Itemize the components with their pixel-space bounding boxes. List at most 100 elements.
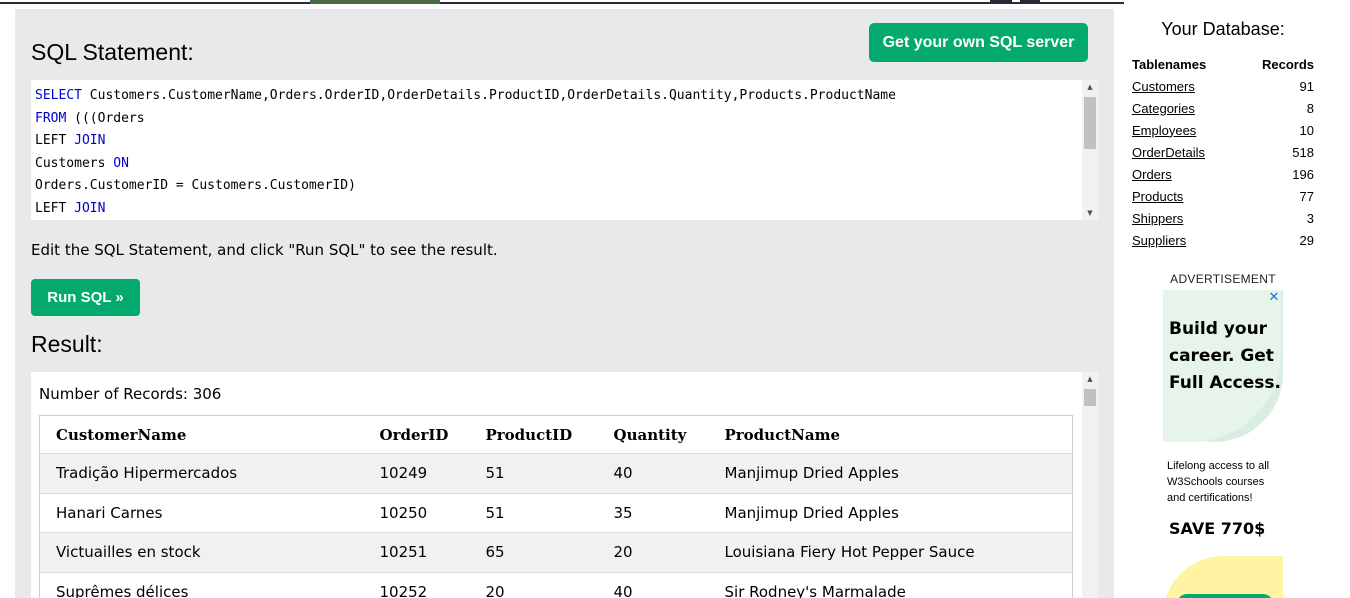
table-cell: Hanari Carnes [39,493,364,533]
editor-scrollbar[interactable]: ▲ ▼ [1082,80,1098,220]
column-header: OrderID [363,415,470,454]
column-header: Tablenames [1132,56,1207,72]
table-cell: Victuailles en stock [39,532,364,573]
result-table: CustomerName OrderID ProductID Quantity … [39,415,1073,598]
table-cell: Sir Rodney's Marmalade [708,572,1073,598]
table-header-row: Tablenames Records [1132,53,1314,75]
sql-line[interactable]: Customers ON [35,153,896,176]
table-cell: 10252 [363,572,470,598]
table-cell: Manjimup Dried Apples [708,493,1073,533]
table-cell: Tradição Hipermercados [39,453,364,494]
table-cell: Louisiana Fiery Hot Pepper Sauce [708,532,1073,573]
column-header: ProductID [469,415,598,454]
table-link-orders[interactable]: Orders [1132,163,1239,185]
sql-keyword: JOIN [74,133,106,148]
sql-keyword: FROM [35,110,67,126]
table-cell: 51 [469,453,598,494]
scrollbar-thumb[interactable] [1084,389,1096,406]
table-cell: 40 [597,453,709,494]
sql-text: Customers [35,155,114,171]
scroll-up-arrow-icon[interactable]: ▲ [1082,372,1098,386]
table-cell: 20 [597,532,709,573]
record-count-cell: 3 [1306,210,1314,226]
table-cell: 10250 [363,493,470,533]
table-cell: Suprêmes délices [39,572,364,598]
table-row: Hanari Carnes 10250 51 35 Manjimup Dried… [39,493,1073,533]
ad-headline: Build your career. Get Full Access. [1169,319,1281,393]
sql-line[interactable]: LEFT JOIN [35,198,896,221]
top-nav-segment [1020,0,1040,4]
advertisement-label: ADVERTISEMENT [1170,272,1276,286]
table-cell: 65 [469,532,598,573]
table-link-shippers[interactable]: Shippers [1132,207,1239,229]
sql-keyword: JOIN [74,200,106,216]
run-sql-button[interactable]: Run SQL » [31,279,140,316]
table-cell: 20 [469,572,598,598]
sql-line[interactable]: Orders.CustomerID = Customers.CustomerID… [35,175,896,198]
table-row: Employees 10 [1132,119,1314,141]
record-count-cell: 196 [1292,166,1314,182]
record-count: Number of Records: 306 [39,385,222,403]
column-header: CustomerName [39,415,364,454]
scrollbar-thumb[interactable] [1084,97,1096,149]
sql-keyword: SELECT [35,88,82,103]
table-link-orderdetails[interactable]: OrderDetails [1132,141,1239,163]
ad-background-shape [1163,556,1283,598]
ad-body-text: Lifelong access to all W3Schools courses… [1167,460,1270,504]
database-heading: Your Database: [1161,19,1285,39]
top-nav-segment [990,0,1012,4]
sql-tryit-panel: SQL Statement: Get your own SQL server S… [15,9,1114,598]
top-nav-segment [310,0,440,4]
table-row: Orders 196 [1132,163,1314,185]
sql-code[interactable]: SELECT Customers.CustomerName,Orders.Ord… [35,85,896,220]
sql-editor[interactable]: SELECT Customers.CustomerName,Orders.Ord… [31,80,1098,220]
record-count-cell: 29 [1299,232,1314,248]
sql-statement-heading: SQL Statement: [31,39,194,65]
table-cell: 40 [597,572,709,598]
table-link-customers[interactable]: Customers [1132,75,1239,97]
record-count-cell: 10 [1299,122,1314,138]
sql-line[interactable]: LEFT JOIN [35,130,896,153]
table-link-employees[interactable]: Employees [1132,119,1239,141]
ad-save-text: SAVE 770$ [1169,519,1266,538]
close-icon[interactable]: ✕ [1267,291,1281,305]
database-sidebar: Your Database: Tablenames Records Custom… [1124,0,1350,598]
sql-line[interactable]: FROM (((Orders [35,108,896,131]
table-row: Tradição Hipermercados 10249 51 40 Manji… [39,453,1073,494]
table-link-categories[interactable]: Categories [1132,97,1239,119]
ad-cta-button[interactable] [1177,594,1273,598]
column-header: Quantity [597,415,709,454]
result-heading: Result: [31,331,103,357]
table-link-suppliers[interactable]: Suppliers [1132,229,1239,251]
table-row: Suppliers 29 [1132,229,1314,251]
edit-instructions: Edit the SQL Statement, and click "Run S… [31,241,498,259]
column-header: Records [1261,56,1314,72]
sql-text: LEFT [35,200,75,216]
table-header-row: CustomerName OrderID ProductID Quantity … [39,415,1073,454]
sql-keyword: ON [113,155,129,171]
table-cell: Manjimup Dried Apples [708,453,1073,494]
column-header: ProductName [708,415,1073,454]
table-cell: 35 [597,493,709,533]
result-scrollbar[interactable]: ▲ [1082,372,1098,598]
table-link-products[interactable]: Products [1132,185,1239,207]
table-cell: 10249 [363,453,470,494]
table-row: OrderDetails 518 [1132,141,1314,163]
table-row: Victuailles en stock 10251 65 20 Louisia… [39,532,1073,573]
table-row: Customers 91 [1132,75,1314,97]
record-count-cell: 8 [1306,100,1314,116]
advertisement-banner[interactable]: ✕ Build your career. Get Full Access. Li… [1163,290,1283,598]
scroll-up-arrow-icon[interactable]: ▲ [1082,80,1098,94]
sql-text: LEFT [35,133,75,148]
table-cell: 51 [469,493,598,533]
sql-text: Customers.CustomerName,Orders.OrderID,Or… [81,88,896,103]
get-sql-server-button[interactable]: Get your own SQL server [869,23,1088,62]
record-count-cell: 91 [1299,78,1314,94]
sql-text: (((Orders [66,110,145,126]
table-row: Shippers 3 [1132,207,1314,229]
table-row: Products 77 [1132,185,1314,207]
sql-line[interactable]: SELECT Customers.CustomerName,Orders.Ord… [35,85,896,108]
database-table-list: Tablenames Records Customers 91 Categori… [1132,53,1314,251]
sql-text: Orders.CustomerID = Customers.CustomerID… [35,178,356,193]
scroll-down-arrow-icon[interactable]: ▼ [1082,206,1098,220]
